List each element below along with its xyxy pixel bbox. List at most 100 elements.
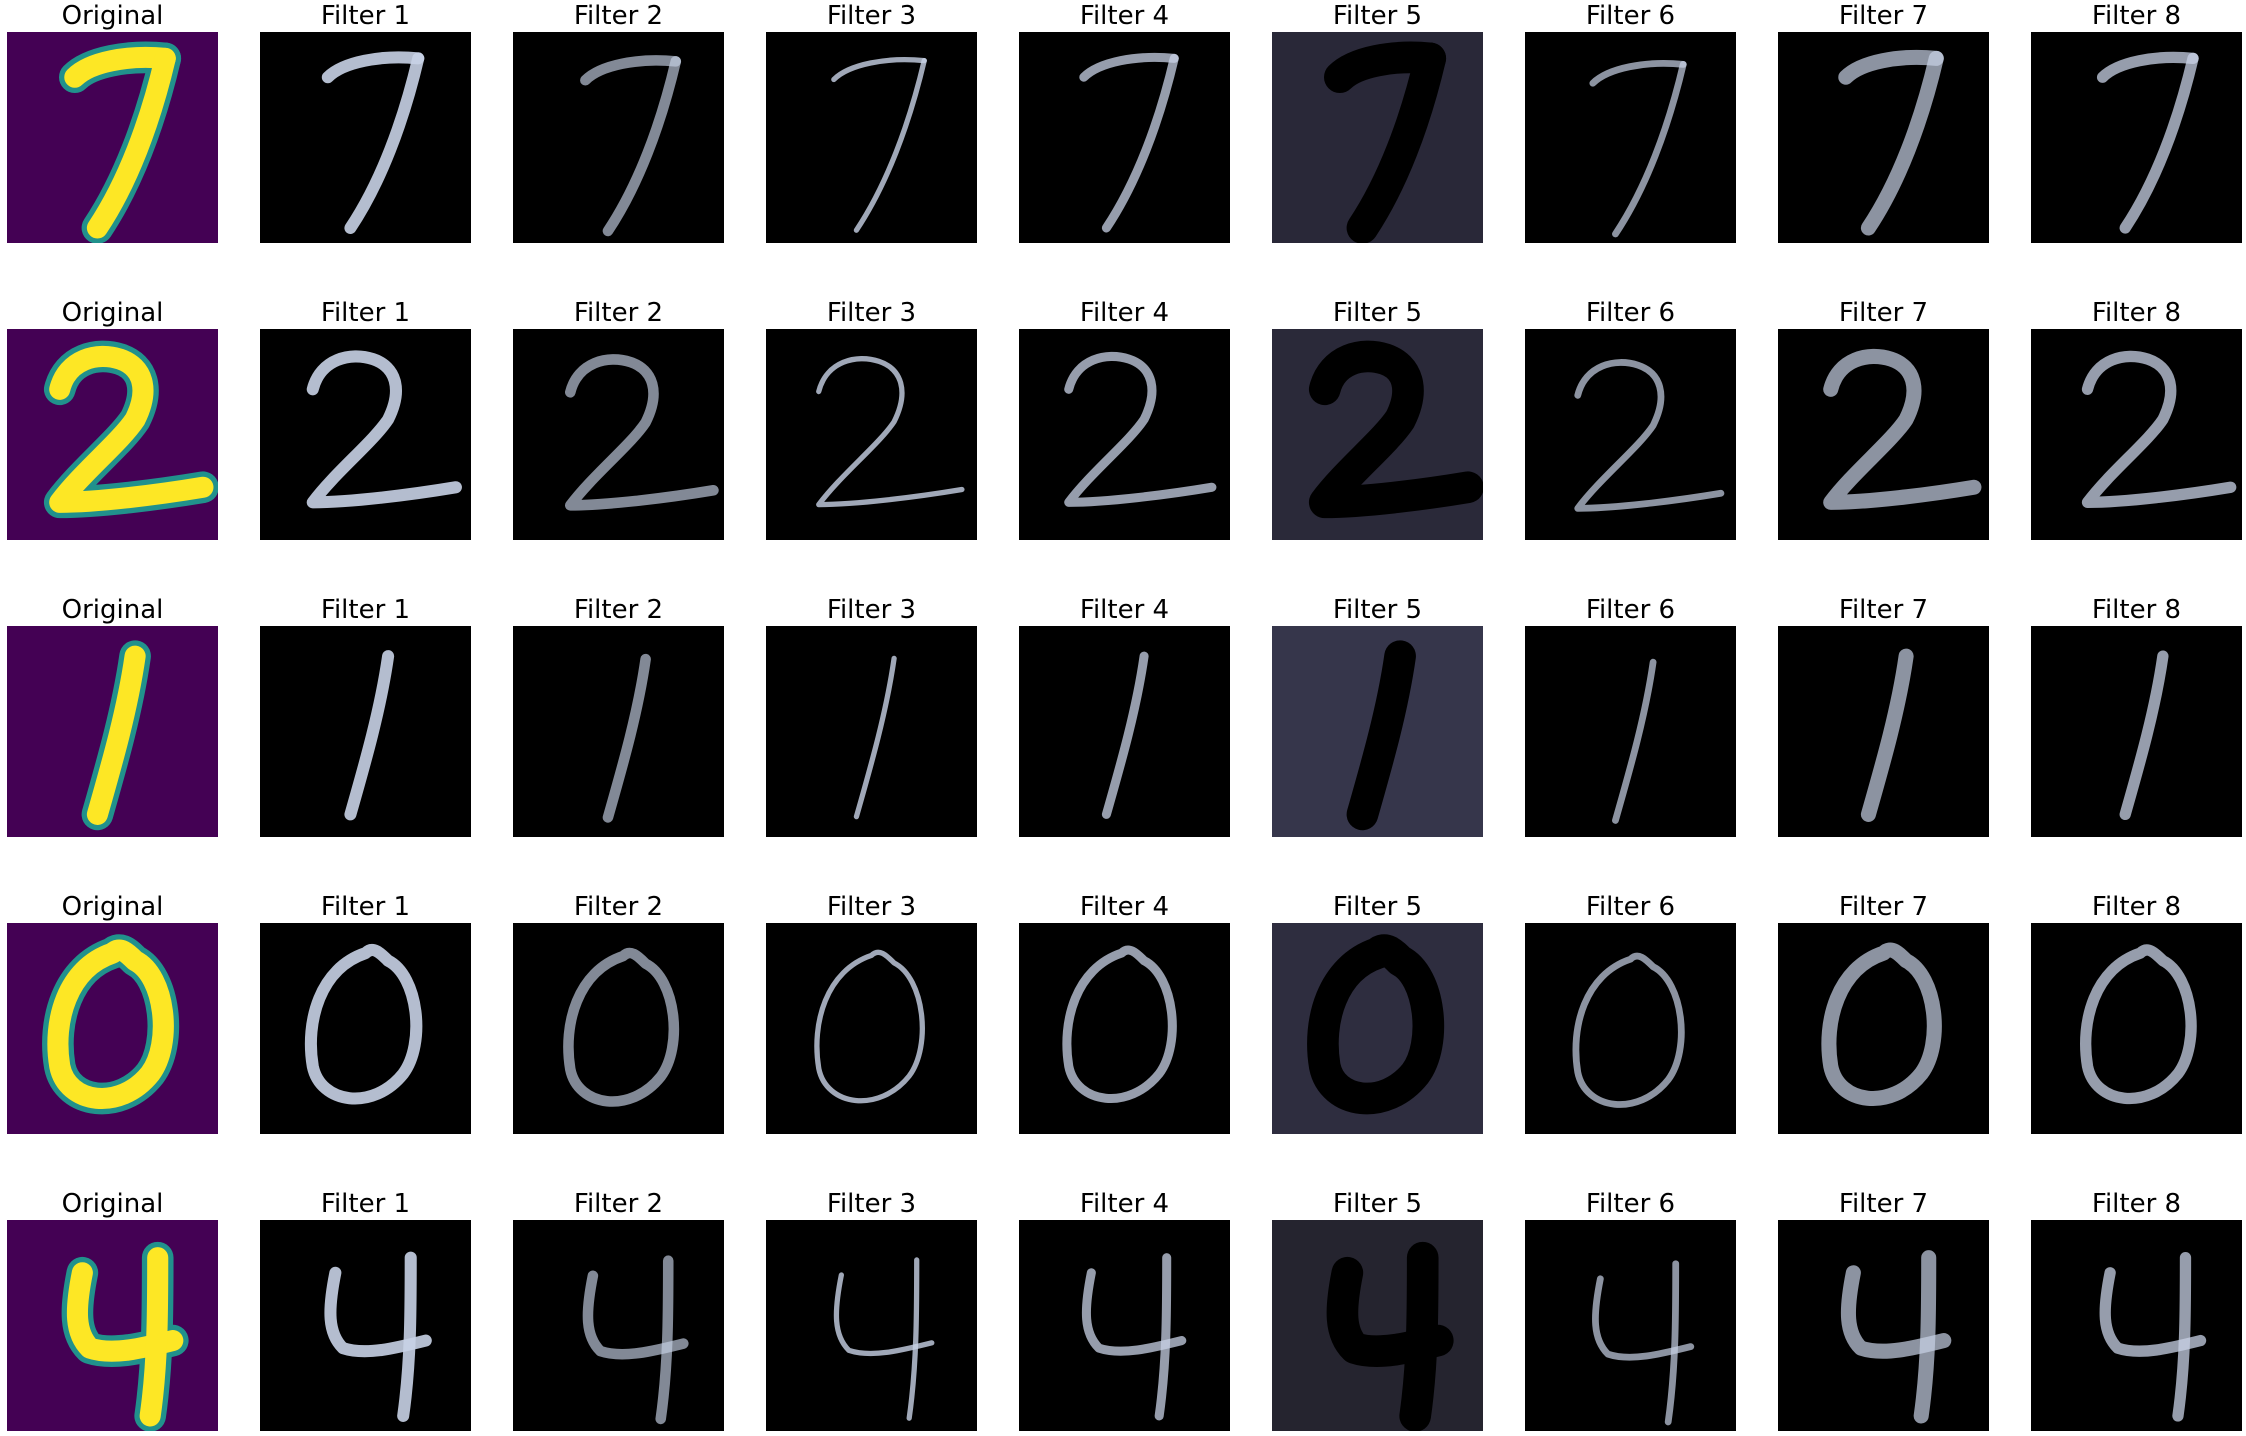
filter-title: Filter 8	[2091, 1, 2182, 31]
filter-title: Filter 4	[1079, 595, 1170, 625]
feature-map-image	[260, 1220, 471, 1431]
figure-panel: Filter 6	[1525, 891, 1736, 1134]
figure-panel: Filter 4	[1019, 1188, 1230, 1431]
figure-panel: Filter 3	[766, 297, 977, 540]
figure-panel: Filter 8	[2031, 594, 2242, 837]
feature-map-image	[2031, 626, 2242, 837]
filter-title: Filter 5	[1332, 595, 1423, 625]
figure-panel: Filter 3	[766, 594, 977, 837]
filter-title: Filter 3	[826, 892, 917, 922]
feature-map-image	[1778, 32, 1989, 243]
image-background	[1525, 1220, 1736, 1431]
filter-title: Filter 1	[320, 892, 411, 922]
figure-panel: Filter 8	[2031, 297, 2242, 540]
feature-map-image	[260, 923, 471, 1134]
figure-panel: Filter 7	[1778, 0, 1989, 243]
feature-map-image	[1019, 626, 1230, 837]
filter-title: Filter 3	[826, 298, 917, 328]
filter-title: Filter 5	[1332, 298, 1423, 328]
image-background	[766, 626, 977, 837]
figure-panel: Original	[7, 594, 218, 837]
filter-title: Filter 4	[1079, 298, 1170, 328]
image-background	[1778, 1220, 1989, 1431]
feature-map-image	[1778, 1220, 1989, 1431]
image-background	[260, 1220, 471, 1431]
original-digit-image	[7, 329, 218, 540]
feature-map-image	[1019, 1220, 1230, 1431]
feature-map-image	[1272, 329, 1483, 540]
digit-stroke	[1399, 1241, 1439, 1431]
original-digit-image	[7, 626, 218, 837]
original-title: Original	[61, 1, 164, 31]
figure-panel: Filter 5	[1272, 594, 1483, 837]
feature-map-image	[1019, 32, 1230, 243]
filter-title: Filter 7	[1838, 595, 1929, 625]
figure-panel: Filter 2	[513, 1188, 724, 1431]
feature-map-image	[513, 923, 724, 1134]
filter-title: Filter 3	[826, 1189, 917, 1219]
figure-panel: Filter 3	[766, 891, 977, 1134]
image-background	[513, 626, 724, 837]
image-background	[7, 1220, 218, 1431]
feature-map-image	[2031, 32, 2242, 243]
figure-panel: Filter 4	[1019, 594, 1230, 837]
figure-panel: Original	[7, 0, 218, 243]
image-background	[260, 626, 471, 837]
feature-map-image	[1272, 923, 1483, 1134]
filter-title: Filter 7	[1838, 892, 1929, 922]
filter-title: Filter 1	[320, 298, 411, 328]
feature-map-image	[1525, 626, 1736, 837]
feature-map-image	[513, 329, 724, 540]
original-title: Original	[61, 1189, 164, 1219]
filter-title: Filter 4	[1079, 1189, 1170, 1219]
figure-panel: Filter 6	[1525, 0, 1736, 243]
image-background	[513, 1220, 724, 1431]
filter-title: Filter 5	[1332, 1, 1423, 31]
figure-panel: Filter 1	[260, 1188, 471, 1431]
figure-panel: Filter 5	[1272, 1188, 1483, 1431]
figure-panel: Filter 4	[1019, 0, 1230, 243]
feature-map-image	[1272, 626, 1483, 837]
feature-map-image	[513, 1220, 724, 1431]
filter-title: Filter 8	[2091, 1189, 2182, 1219]
figure-panel: Filter 2	[513, 594, 724, 837]
feature-map-image	[260, 626, 471, 837]
figure-panel: Filter 2	[513, 0, 724, 243]
filter-title: Filter 8	[2091, 298, 2182, 328]
filter-title: Filter 4	[1079, 1, 1170, 31]
filter-title: Filter 2	[573, 595, 664, 625]
filter-title: Filter 3	[826, 595, 917, 625]
filter-title: Filter 1	[320, 1, 411, 31]
original-digit-image	[7, 32, 218, 243]
digit-stroke	[139, 1247, 169, 1427]
figure-panel: Filter 4	[1019, 891, 1230, 1134]
filter-title: Filter 6	[1585, 1, 1676, 31]
feature-map-image	[1525, 329, 1736, 540]
feature-map-image	[260, 329, 471, 540]
feature-map-image	[766, 32, 977, 243]
image-background	[766, 1220, 977, 1431]
feature-map-image	[766, 1220, 977, 1431]
feature-map-image	[766, 626, 977, 837]
filter-title: Filter 4	[1079, 892, 1170, 922]
filter-title: Filter 6	[1585, 892, 1676, 922]
figure-panel: Filter 8	[2031, 891, 2242, 1134]
filter-title: Filter 7	[1838, 1, 1929, 31]
feature-map-image	[2031, 923, 2242, 1134]
filter-title: Filter 7	[1838, 1189, 1929, 1219]
figure-panel: Original	[7, 297, 218, 540]
feature-map-image	[766, 923, 977, 1134]
figure-panel: Filter 6	[1525, 594, 1736, 837]
feature-map-grid: Original Filter 1 Filter 2 Filter 3 Filter 4…	[0, 0, 2246, 1436]
feature-map-image	[1272, 32, 1483, 243]
figure-panel: Original	[7, 1188, 218, 1431]
figure-panel: Filter 5	[1272, 891, 1483, 1134]
feature-map-image	[1019, 329, 1230, 540]
feature-map-image	[1525, 32, 1736, 243]
image-background	[1525, 626, 1736, 837]
filter-title: Filter 6	[1585, 1189, 1676, 1219]
filter-title: Filter 5	[1332, 892, 1423, 922]
image-background	[1019, 1220, 1230, 1431]
figure-panel: Filter 5	[1272, 297, 1483, 540]
original-title: Original	[61, 892, 164, 922]
